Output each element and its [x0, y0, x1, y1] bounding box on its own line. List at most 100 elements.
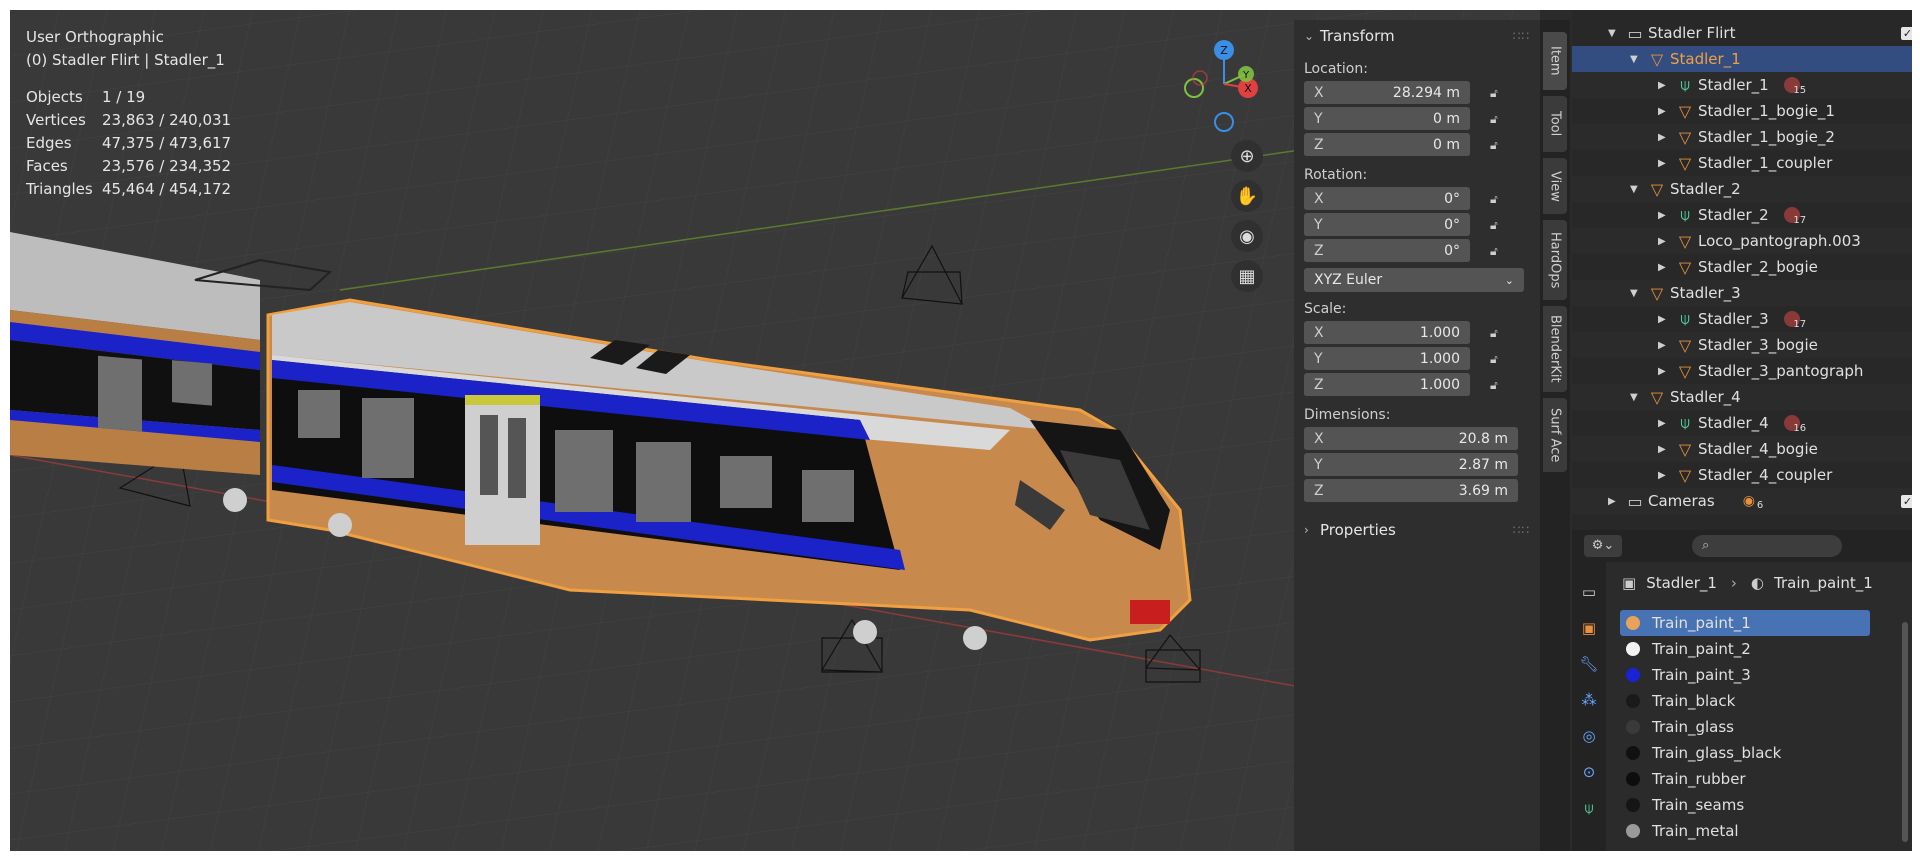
zoom-icon[interactable]: ⊕ — [1231, 140, 1263, 172]
expand-triangle-icon[interactable]: ▶ — [1658, 236, 1672, 247]
expand-triangle-icon[interactable]: ▶ — [1658, 470, 1672, 481]
rotation-x-field[interactable]: X 0° — [1304, 187, 1470, 211]
material-slot-list[interactable]: Train_paint_1 Train_paint_2 Train_paint_3 T… — [1620, 610, 1870, 844]
expand-triangle-icon[interactable]: ▼ — [1630, 288, 1644, 299]
outliner-row-stadler-3-pantograph[interactable]: ▶ ▽ Stadler_3_pantograph 👁︎ — [1572, 358, 1912, 384]
lock-icon[interactable]: 🔓︎ — [1490, 218, 1508, 232]
lock-icon[interactable]: 🔓︎ — [1490, 138, 1508, 152]
outliner-row-bogie-1[interactable]: ▶ ▽ Stadler_1_bogie_1 👁︎ — [1572, 98, 1912, 124]
scale-y-field[interactable]: Y 1.000 — [1304, 347, 1470, 371]
checkbox-icon[interactable]: ✓ — [1901, 494, 1912, 508]
particles-icon[interactable]: ⁂ — [1577, 688, 1601, 712]
outliner[interactable]: ▼ ▭ Stadler Flirt ✓ 👁︎ ▼ ▽ Stadler_1 👁︎ … — [1572, 10, 1912, 530]
modifier-wrench-icon[interactable]: 🔧︎ — [1577, 652, 1601, 676]
mesh-data-icon[interactable]: ⍦ — [1577, 796, 1601, 820]
outliner-row-coupler-1[interactable]: ▶ ▽ Stadler_1_coupler 👁︎ — [1572, 150, 1912, 176]
constraints-icon[interactable]: ⊙ — [1577, 760, 1601, 784]
perspective-grid-icon[interactable]: ▦ — [1231, 260, 1263, 292]
outliner-row-stadler-4[interactable]: ▼ ▽ Stadler_4 👁︎ — [1572, 384, 1912, 410]
expand-triangle-icon[interactable]: ▶ — [1658, 340, 1672, 351]
expand-triangle-icon[interactable]: ▶ — [1658, 366, 1672, 377]
material-slot-item[interactable]: Train_rubber — [1620, 766, 1870, 792]
scale-z-field[interactable]: Z 1.000 — [1304, 373, 1470, 397]
tab-surf-ace[interactable]: Surf Ace — [1543, 398, 1567, 472]
lock-icon[interactable]: 🔓︎ — [1490, 86, 1508, 100]
properties-panel-header[interactable]: › Properties ∷∷ — [1294, 514, 1540, 546]
expand-triangle-icon[interactable]: ▼ — [1630, 54, 1644, 65]
outliner-row-stadler-4-mesh[interactable]: ▶ ⍦ Stadler_4 16 — [1572, 410, 1912, 436]
tab-blenderkit[interactable]: BlenderKit — [1543, 306, 1567, 392]
expand-triangle-icon[interactable]: ▶ — [1658, 132, 1672, 143]
outliner-row-stadler-1[interactable]: ▼ ▽ Stadler_1 👁︎ — [1572, 46, 1912, 72]
expand-triangle-icon[interactable]: ▶ — [1658, 418, 1672, 429]
outliner-row-stadler-2-bogie[interactable]: ▶ ▽ Stadler_2_bogie ▽ 👁︎ — [1572, 254, 1912, 280]
material-slot-item[interactable]: Train_metal — [1620, 818, 1870, 844]
camera-view-icon[interactable]: ◉ — [1231, 220, 1263, 252]
rotation-z-field[interactable]: Z 0° — [1304, 239, 1470, 263]
drag-grip-icon[interactable]: ∷∷ — [1513, 29, 1530, 43]
gizmo-neg-z[interactable] — [1214, 112, 1234, 132]
3d-viewport[interactable]: User Orthographic (0) Stadler Flirt | St… — [10, 10, 1540, 851]
transform-panel-header[interactable]: ⌄ Transform ∷∷ — [1294, 20, 1540, 52]
outliner-row-stadler-3-bogie[interactable]: ▶ ▽ Stadler_3_bogie ▽ 👁︎ — [1572, 332, 1912, 358]
rotation-y-field[interactable]: Y 0° — [1304, 213, 1470, 237]
material-slot-item[interactable]: Train_seams — [1620, 792, 1870, 818]
scale-x-field[interactable]: X 1.000 — [1304, 321, 1470, 345]
navigation-gizmo[interactable]: Z X Y — [1170, 30, 1280, 140]
checkbox-icon[interactable]: ✓ — [1901, 26, 1912, 40]
expand-triangle-icon[interactable]: ▶ — [1658, 444, 1672, 455]
outliner-row-stadler-3-mesh[interactable]: ▶ ⍦ Stadler_3 17 — [1572, 306, 1912, 332]
lock-icon[interactable]: 🔓︎ — [1490, 112, 1508, 126]
outliner-row-loco-pantograph[interactable]: ▶ ▽ Loco_pantograph.003 👁︎ — [1572, 228, 1912, 254]
expand-triangle-icon[interactable]: ▶ — [1658, 210, 1672, 221]
tool-settings-icon[interactable]: ▭ — [1577, 580, 1601, 604]
outliner-row-stadler-2[interactable]: ▼ ▽ Stadler_2 👁︎ — [1572, 176, 1912, 202]
expand-triangle-icon[interactable]: ▶ — [1658, 80, 1672, 91]
tab-item[interactable]: Item — [1543, 32, 1567, 90]
tab-view[interactable]: View — [1543, 158, 1567, 214]
location-y-field[interactable]: Y0 m — [1304, 107, 1470, 131]
drag-grip-icon[interactable]: ∷∷ — [1513, 523, 1530, 537]
dimension-z-field[interactable]: Z 3.69 m — [1304, 479, 1518, 503]
material-list-scrollbar[interactable] — [1902, 622, 1908, 842]
lock-icon[interactable]: 🔓︎ — [1490, 378, 1508, 392]
outliner-row-stadler-3[interactable]: ▼ ▽ Stadler_3 👁︎ — [1572, 280, 1912, 306]
properties-search-input[interactable]: ⌕ — [1692, 535, 1842, 557]
location-z-field[interactable]: Z0 m — [1304, 133, 1470, 157]
expand-triangle-icon[interactable]: ▶ — [1658, 314, 1672, 325]
outliner-row-cameras[interactable]: ▶ ▭ Cameras ◉ 6 ✓ 👁︎ — [1572, 488, 1912, 514]
dimension-y-field[interactable]: Y 2.87 m — [1304, 453, 1518, 477]
expand-triangle-icon[interactable]: ▶ — [1658, 106, 1672, 117]
dimension-x-field[interactable]: X 20.8 m — [1304, 427, 1518, 451]
expand-triangle-icon[interactable]: ▼ — [1630, 184, 1644, 195]
tab-tool[interactable]: Tool — [1543, 96, 1567, 152]
tab-hardops[interactable]: HardOps — [1543, 220, 1567, 300]
expand-triangle-icon[interactable]: ▶ — [1658, 158, 1672, 169]
gizmo-neg-x[interactable] — [1192, 70, 1208, 86]
material-slot-item[interactable]: Train_black — [1620, 688, 1870, 714]
expand-triangle-icon[interactable]: ▼ — [1608, 28, 1622, 39]
pan-hand-icon[interactable]: ✋ — [1231, 180, 1263, 212]
material-slot-item[interactable]: Train_glass_black — [1620, 740, 1870, 766]
rotation-mode-select[interactable]: XYZ Euler ⌄ — [1304, 268, 1524, 292]
outliner-row-stadler-2-mesh[interactable]: ▶ ⍦ Stadler_2 17 — [1572, 202, 1912, 228]
material-slot-item[interactable]: Train_paint_2 — [1620, 636, 1870, 662]
physics-icon[interactable]: ◎ — [1577, 724, 1601, 748]
location-x-field[interactable]: X 28.294 m — [1304, 81, 1470, 105]
object-properties-icon[interactable]: ▣ — [1577, 616, 1601, 640]
expand-triangle-icon[interactable]: ▶ — [1658, 262, 1672, 273]
outliner-row-stadler-1-mesh[interactable]: ▶ ⍦ Stadler_1 15 — [1572, 72, 1912, 98]
expand-triangle-icon[interactable]: ▼ — [1630, 392, 1644, 403]
expand-triangle-icon[interactable]: ▶ — [1608, 496, 1622, 507]
material-slot-item[interactable]: Train_paint_1 — [1620, 610, 1870, 636]
outliner-row-stadler-flirt[interactable]: ▼ ▭ Stadler Flirt ✓ 👁︎ — [1572, 20, 1912, 46]
lock-icon[interactable]: 🔓︎ — [1490, 352, 1508, 366]
outliner-row-bogie-2[interactable]: ▶ ▽ Stadler_1_bogie_2 👁︎ — [1572, 124, 1912, 150]
material-slot-item[interactable]: Train_paint_3 — [1620, 662, 1870, 688]
lock-icon[interactable]: 🔓︎ — [1490, 326, 1508, 340]
lock-icon[interactable]: 🔓︎ — [1490, 192, 1508, 206]
lock-icon[interactable]: 🔓︎ — [1490, 244, 1508, 258]
material-slot-item[interactable]: Train_glass — [1620, 714, 1870, 740]
outliner-row-stadler-4-coupler[interactable]: ▶ ▽ Stadler_4_coupler 👁︎ — [1572, 462, 1912, 488]
editor-type-button[interactable]: ⚙⌄ — [1584, 535, 1622, 557]
